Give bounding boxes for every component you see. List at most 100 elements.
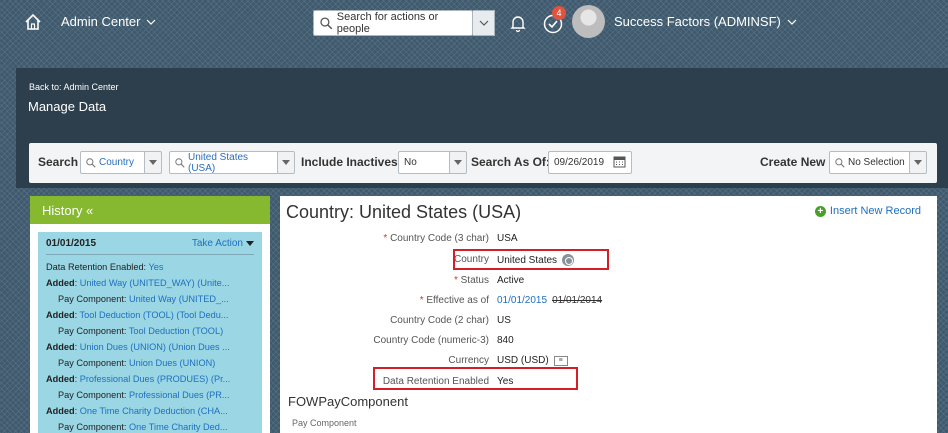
history-entry-card: 01/01/2015 Take Action Data Retention En…	[38, 232, 262, 433]
history-change-line: Added: United Way (UNITED_WAY) (Unite...	[46, 275, 254, 291]
object-type-field[interactable]: Country	[80, 151, 146, 174]
field-label: Country Code (2 char)	[390, 315, 489, 326]
home-icon[interactable]	[23, 12, 43, 32]
include-inactives-dropdown[interactable]	[449, 151, 467, 174]
insert-new-record-link[interactable]: + Insert New Record	[814, 205, 921, 217]
global-search-input[interactable]: Search for actions or people	[313, 10, 473, 36]
history-change-prefix: Pay Component:	[58, 358, 129, 368]
history-change-line: Added: Professional Dues (PRODUES) (Pr..…	[46, 371, 254, 387]
caret-down-icon	[282, 160, 290, 165]
search-as-of-value: 09/26/2019	[554, 157, 605, 168]
user-menu[interactable]: Success Factors (ADMINSF)	[614, 14, 797, 29]
record-field-row: * Effective as of 01/01/2015 01/01/2014	[280, 293, 937, 311]
back-link[interactable]: Back to: Admin Center	[29, 82, 119, 92]
history-change-line: Data Retention Enabled: Yes	[46, 259, 254, 275]
history-change-link[interactable]: United Way (UNITED_...	[129, 294, 229, 304]
history-change-line: Added: Union Dues (UNION) (Union Dues ..…	[46, 339, 254, 355]
chevron-down-icon	[147, 19, 156, 25]
record-title: Country: United States (USA)	[286, 202, 522, 222]
avatar[interactable]	[572, 5, 605, 38]
history-change-prefix: Pay Component:	[58, 390, 129, 400]
chevron-down-icon	[787, 19, 797, 25]
field-label-text: Country Code (2 char)	[390, 315, 489, 326]
history-change-prefix: Pay Component:	[58, 326, 129, 336]
search-scope-dropdown[interactable]	[473, 10, 495, 36]
history-change-link[interactable]: Professional Dues (PRODUES) (Pr...	[80, 374, 231, 384]
create-new-field[interactable]: No Selection	[829, 151, 911, 174]
history-change-link[interactable]: One Time Charity Deduction (CHA...	[80, 406, 228, 416]
shell-bar: Admin Center Search for actions or peopl…	[0, 0, 948, 44]
history-entry-header: 01/01/2015 Take Action	[46, 238, 254, 255]
app-title: Admin Center	[61, 14, 141, 29]
record-panel: Country: United States (USA) + Insert Ne…	[280, 196, 937, 433]
page-header	[16, 68, 948, 138]
object-value: United States (USA)	[188, 151, 249, 174]
history-change-link[interactable]: One Time Charity Ded...	[129, 422, 228, 432]
object-type-value: Country	[99, 157, 135, 168]
field-value-text: Active	[497, 275, 525, 286]
field-value: USD (USD) ≡	[497, 355, 568, 366]
record-field-row: * Status Active	[280, 273, 937, 291]
include-inactives-label: Include Inactives:	[301, 155, 402, 169]
todo-count-badge: 4	[552, 6, 566, 20]
previous-value: 01/01/2014	[552, 295, 603, 306]
take-action-label: Take Action	[191, 238, 243, 249]
history-change-line: Pay Component: One Time Charity Ded...	[46, 419, 254, 433]
create-new-label: Create New	[760, 155, 826, 169]
history-change-list: Data Retention Enabled: Yes Added: United…	[46, 259, 254, 433]
calendar-icon[interactable]	[613, 155, 626, 168]
field-label: Country Code (numeric-3)	[373, 335, 489, 346]
field-label-text: Country Code (numeric-3)	[373, 335, 489, 346]
user-name: Success Factors (ADMINSF)	[614, 14, 781, 29]
history-change-prefix: Added	[46, 406, 75, 416]
history-change-prefix: Added	[46, 310, 75, 320]
history-change-prefix: Added	[46, 374, 75, 384]
history-change-link[interactable]: United Way (UNITED_WAY) (Unite...	[80, 278, 230, 288]
history-change-prefix: Added	[46, 342, 75, 352]
object-value-dropdown[interactable]	[277, 151, 295, 174]
history-change-line: Pay Component: Professional Dues (PR...	[46, 387, 254, 403]
search-as-of-label: Search As Of:	[471, 155, 550, 169]
app-title-menu[interactable]: Admin Center	[61, 14, 156, 29]
history-change-line: Pay Component: Tool Deduction (TOOL)	[46, 323, 254, 339]
bell-icon[interactable]	[508, 13, 528, 33]
field-label: Currency	[448, 355, 489, 366]
history-change-link[interactable]: Tool Deduction (TOOL) (Tool Dedu...	[80, 310, 229, 320]
take-action-menu[interactable]: Take Action	[192, 238, 254, 249]
filter-bar: Search Country United States (USA) Inclu…	[29, 143, 937, 183]
object-type-dropdown[interactable]	[144, 151, 162, 174]
field-label: * Effective as of	[420, 295, 489, 306]
field-value: US	[497, 315, 511, 326]
page-title: Manage Data	[28, 99, 107, 114]
field-value-text[interactable]: 01/01/2015	[497, 295, 547, 306]
history-change-link[interactable]: Union Dues (UNION)	[129, 358, 215, 368]
history-panel: History « 01/01/2015 Take Action Data Re…	[30, 196, 270, 433]
search-label: Search	[38, 155, 79, 169]
history-change-link[interactable]: Union Dues (UNION) (Union Dues ...	[80, 342, 230, 352]
history-change-prefix: Added	[46, 278, 75, 288]
field-value: 01/01/2015 01/01/2014	[497, 295, 602, 306]
history-change-link[interactable]: Yes	[149, 262, 164, 272]
history-change-line: Added: One Time Charity Deduction (CHA..…	[46, 403, 254, 419]
field-label-text: Country Code (3 char)	[390, 233, 489, 244]
create-new-dropdown[interactable]	[909, 151, 927, 174]
field-value: USA	[497, 233, 518, 244]
field-value-text: USD (USD)	[497, 355, 549, 366]
object-value-field[interactable]: United States (USA)	[169, 151, 279, 174]
field-label-text: Status	[460, 275, 489, 286]
history-change-prefix: Pay Component:	[58, 294, 129, 304]
history-toggle[interactable]: History «	[30, 196, 270, 224]
caret-down-icon	[914, 160, 922, 165]
history-change-link[interactable]: Tool Deduction (TOOL)	[129, 326, 223, 336]
field-value: 840	[497, 335, 514, 346]
history-change-line: Pay Component: United Way (UNITED_...	[46, 291, 254, 307]
include-inactives-value: No	[404, 157, 417, 168]
create-new-value: No Selection	[848, 157, 905, 168]
history-change-link[interactable]: Professional Dues (PR...	[129, 390, 230, 400]
search-icon	[175, 157, 185, 168]
section-subtitle: Pay Component	[292, 418, 357, 428]
search-placeholder: Search for actions or people	[336, 11, 439, 35]
history-change-prefix: Data Retention Enabled:	[46, 262, 149, 272]
field-value-text: US	[497, 315, 511, 326]
currency-detail-icon[interactable]: ≡	[553, 355, 568, 366]
